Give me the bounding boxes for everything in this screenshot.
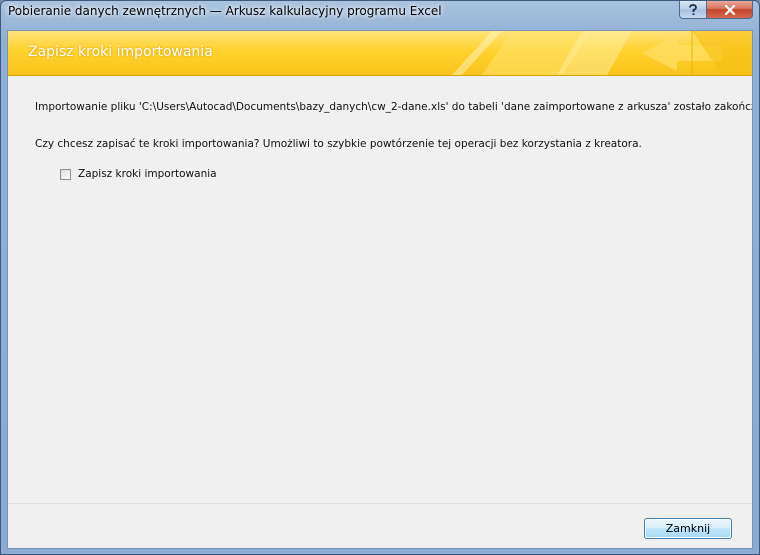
close-window-button[interactable] [707, 1, 753, 19]
title-bar-buttons [679, 1, 753, 20]
help-button[interactable] [679, 1, 707, 19]
banner-decoration [452, 31, 752, 75]
dialog-window: Pobieranie danych zewnętrznych — Arkusz … [0, 0, 760, 555]
save-steps-checkbox[interactable] [60, 168, 71, 180]
save-steps-checkbox-label[interactable]: Zapisz kroki importowania [78, 168, 217, 180]
close-icon [724, 4, 735, 15]
save-steps-option[interactable]: Zapisz kroki importowania [60, 168, 217, 180]
footer-divider [8, 503, 752, 504]
banner-title: Zapisz kroki importowania [28, 44, 213, 60]
header-banner: Zapisz kroki importowania [8, 31, 752, 76]
dialog-client-area: Zapisz kroki importowania Importowanie p… [7, 30, 753, 549]
save-steps-question: Czy chcesz zapisać te kroki importowania… [35, 138, 642, 150]
import-status-message: Importowanie pliku 'C:\Users\Autocad\Doc… [35, 101, 753, 113]
help-icon [689, 3, 697, 15]
close-button[interactable]: Zamknij [644, 518, 732, 539]
window-title: Pobieranie danych zewnętrznych — Arkusz … [8, 4, 442, 18]
title-bar[interactable]: Pobieranie danych zewnętrznych — Arkusz … [1, 1, 759, 23]
